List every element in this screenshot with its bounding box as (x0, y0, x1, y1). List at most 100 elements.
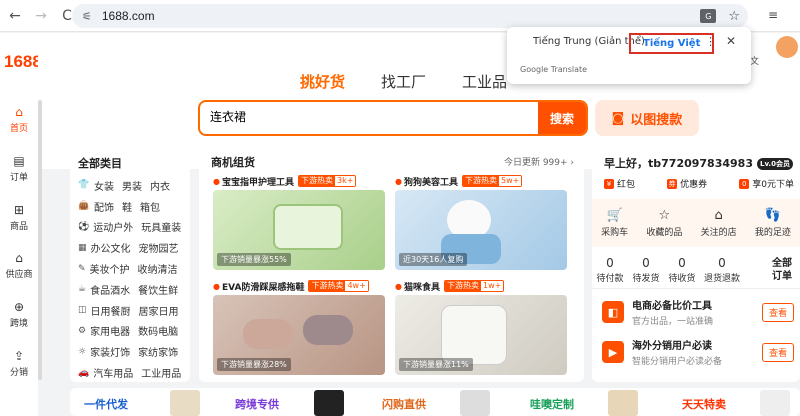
promo-crossborder[interactable]: 跨境专供 (235, 396, 279, 412)
promo-thumb[interactable] (608, 390, 638, 416)
office-icon: ▦ (78, 242, 87, 253)
card-title: EVA防滑踩屎感拖鞋 (221, 282, 305, 293)
quick-followed-shops[interactable]: ⌂ 关注的店 (701, 208, 737, 238)
category-link[interactable]: 收纳清洁 (138, 261, 178, 276)
promo-thumb[interactable] (314, 390, 344, 416)
search-input[interactable] (210, 109, 530, 123)
category-link[interactable]: 日用餐厨 (91, 303, 131, 318)
search-button[interactable]: 搜索 (538, 102, 586, 134)
badge-count: 1w+ (481, 281, 504, 291)
category-link[interactable]: 内衣 (150, 178, 170, 193)
product-card[interactable]: ● 猫咪食具 下游热卖 1w+ 下游销量暴涨11% (395, 279, 567, 375)
sidebar-item-products[interactable]: ⊞ 商品 (0, 203, 38, 232)
category-link[interactable]: 美妆个护 (90, 261, 130, 276)
category-link[interactable]: 男装 (122, 178, 142, 193)
more-options-icon[interactable]: ⋮ (705, 35, 716, 48)
category-link[interactable]: 鞋 (122, 199, 132, 214)
card-caption: 近30天16人复购 (399, 253, 468, 266)
tab-find-factory[interactable]: 找工厂 (381, 71, 426, 92)
language-indicator[interactable]: 文 (750, 54, 759, 67)
product-image[interactable]: 下游销量暴涨11% (395, 295, 567, 375)
category-row: 👕 女装 男装 内衣 (78, 175, 182, 196)
quick-history[interactable]: 👣 我的足迹 (755, 208, 791, 238)
sidebar-item-suppliers[interactable]: ⌂ 供应商 (0, 251, 38, 280)
sidebar-scrollbar[interactable] (38, 100, 42, 380)
category-link[interactable]: 箱包 (140, 199, 160, 214)
category-link[interactable]: 女装 (94, 178, 114, 193)
perk-label: 享0元下单 (752, 180, 794, 190)
promo-thumb[interactable] (760, 390, 790, 416)
sidebar-item-label: 供应商 (5, 270, 33, 280)
sidebar-item-orders[interactable]: ▤ 订单 (0, 154, 38, 183)
perks-row: ¥ 红包 券优惠券 0 享0元下单 (604, 177, 794, 190)
perk-zero-order[interactable]: 0 享0元下单 (739, 177, 794, 190)
image-search-label: 以图搜款 (630, 112, 683, 128)
order-pending-receipt[interactable]: 0 待收货 (664, 256, 700, 284)
category-link[interactable]: 居家日用 (139, 303, 179, 318)
product-image[interactable]: 下游销量暴涨28% (213, 295, 385, 375)
address-bar[interactable]: ⚟ 1688.com G ☆ (72, 4, 748, 28)
order-pending-shipment[interactable]: 0 待发货 (628, 256, 664, 284)
promo-thumb[interactable] (460, 390, 490, 416)
service-overseas-distribution[interactable]: ▶ 海外分销用户必读 智能分销用户必读必备 查看 (602, 335, 794, 369)
perk-coupon[interactable]: 券优惠券 (667, 177, 707, 190)
category-link[interactable]: 家用电器 (90, 323, 130, 338)
category-link[interactable]: 餐饮生鲜 (138, 282, 178, 297)
perk-label: 优惠券 (680, 180, 708, 190)
category-link[interactable]: 玩具童装 (141, 219, 181, 234)
order-pending-payment[interactable]: 0 待付款 (592, 256, 628, 284)
promo-flash[interactable]: 闪购直供 (382, 396, 426, 412)
hot-update-link[interactable]: 今日更新 999+ › (504, 155, 574, 168)
promo-thumb[interactable] (170, 390, 200, 416)
product-card[interactable]: ● EVA防滑踩屎感拖鞋 下游热卖 4w+ 下游销量暴涨28% (213, 279, 385, 375)
category-link[interactable]: 配饰 (94, 199, 114, 214)
category-row: ⚙ 家用电器 数码电脑 (78, 321, 182, 342)
quick-favorites[interactable]: ☆ 收藏的品 (646, 208, 682, 238)
site-logo[interactable]: 1688 (4, 52, 42, 72)
product-image[interactable]: 近30天16人复购 (395, 190, 567, 270)
quick-cart[interactable]: 🛒 采购车 (601, 208, 628, 238)
hot-badge: 下游热卖 3k+ (298, 175, 357, 187)
product-image[interactable]: 下游销量暴涨55% (213, 190, 385, 270)
all-orders-link[interactable]: 全部订单 (770, 257, 794, 283)
perk-red-packet[interactable]: ¥ 红包 (604, 177, 635, 190)
card-caption: 下游销量暴涨11% (399, 358, 473, 371)
tab-industrial[interactable]: 工业品 (462, 71, 507, 92)
category-link[interactable]: 食品酒水 (90, 282, 130, 297)
back-button[interactable]: ← (4, 5, 26, 27)
product-card[interactable]: ● 狗狗美容工具 下游热卖 5w+ 近30天16人复购 (395, 174, 567, 270)
order-refunds[interactable]: 0 退货退款 (700, 256, 744, 284)
category-link[interactable]: 汽车用品 (93, 365, 133, 380)
red-packet-icon: ¥ (604, 178, 614, 189)
address-url[interactable]: 1688.com (102, 9, 155, 23)
view-button[interactable]: 查看 (761, 302, 794, 322)
image-search-button[interactable]: ◙ 以图搜款 (595, 100, 699, 136)
category-link[interactable]: 家装灯饰 (90, 344, 130, 359)
tab-pick-goods[interactable]: 挑好货 (300, 71, 345, 92)
view-button[interactable]: 查看 (761, 342, 794, 362)
sidebar-item-crossborder[interactable]: ⊕ 跨境 (0, 300, 38, 329)
category-link[interactable]: 数码电脑 (138, 323, 178, 338)
category-link[interactable]: 运动户外 (93, 219, 133, 234)
avatar[interactable] (776, 36, 798, 58)
target-language-tab[interactable]: Tiếng Việt (629, 33, 715, 54)
translate-icon[interactable]: G (700, 9, 717, 23)
product-card[interactable]: ● 宝宝指甲护理工具 下游热卖 3k+ 下游销量暴涨55% (213, 174, 385, 270)
category-link[interactable]: 宠物园艺 (139, 240, 179, 255)
promo-daily-deals[interactable]: 天天特卖 (682, 396, 726, 412)
sidebar-item-home[interactable]: ⌂ 首页 (0, 105, 38, 134)
site-info-icon[interactable]: ⚟ (82, 10, 92, 23)
sidebar-item-distribution[interactable]: ⇪ 分销 (0, 349, 38, 378)
tab-search-icon[interactable]: ≡ (768, 8, 778, 22)
category-link[interactable]: 办公文化 (91, 240, 131, 255)
category-link[interactable]: 家纺家饰 (138, 344, 178, 359)
forward-button[interactable]: → (30, 5, 52, 27)
omnibox-actions: G ☆ (700, 4, 740, 28)
promo-dropship[interactable]: 一件代发 (84, 396, 128, 412)
promo-custom[interactable]: 哇噢定制 (530, 396, 574, 412)
globe-icon: ⊕ (13, 300, 25, 314)
service-price-compare[interactable]: ◧ 电商必备比价工具 官方出品，一站准确 查看 (602, 295, 794, 329)
category-link[interactable]: 工业用品 (141, 365, 181, 380)
bookmark-star-icon[interactable]: ☆ (728, 9, 740, 24)
close-icon[interactable]: ✕ (726, 34, 736, 48)
